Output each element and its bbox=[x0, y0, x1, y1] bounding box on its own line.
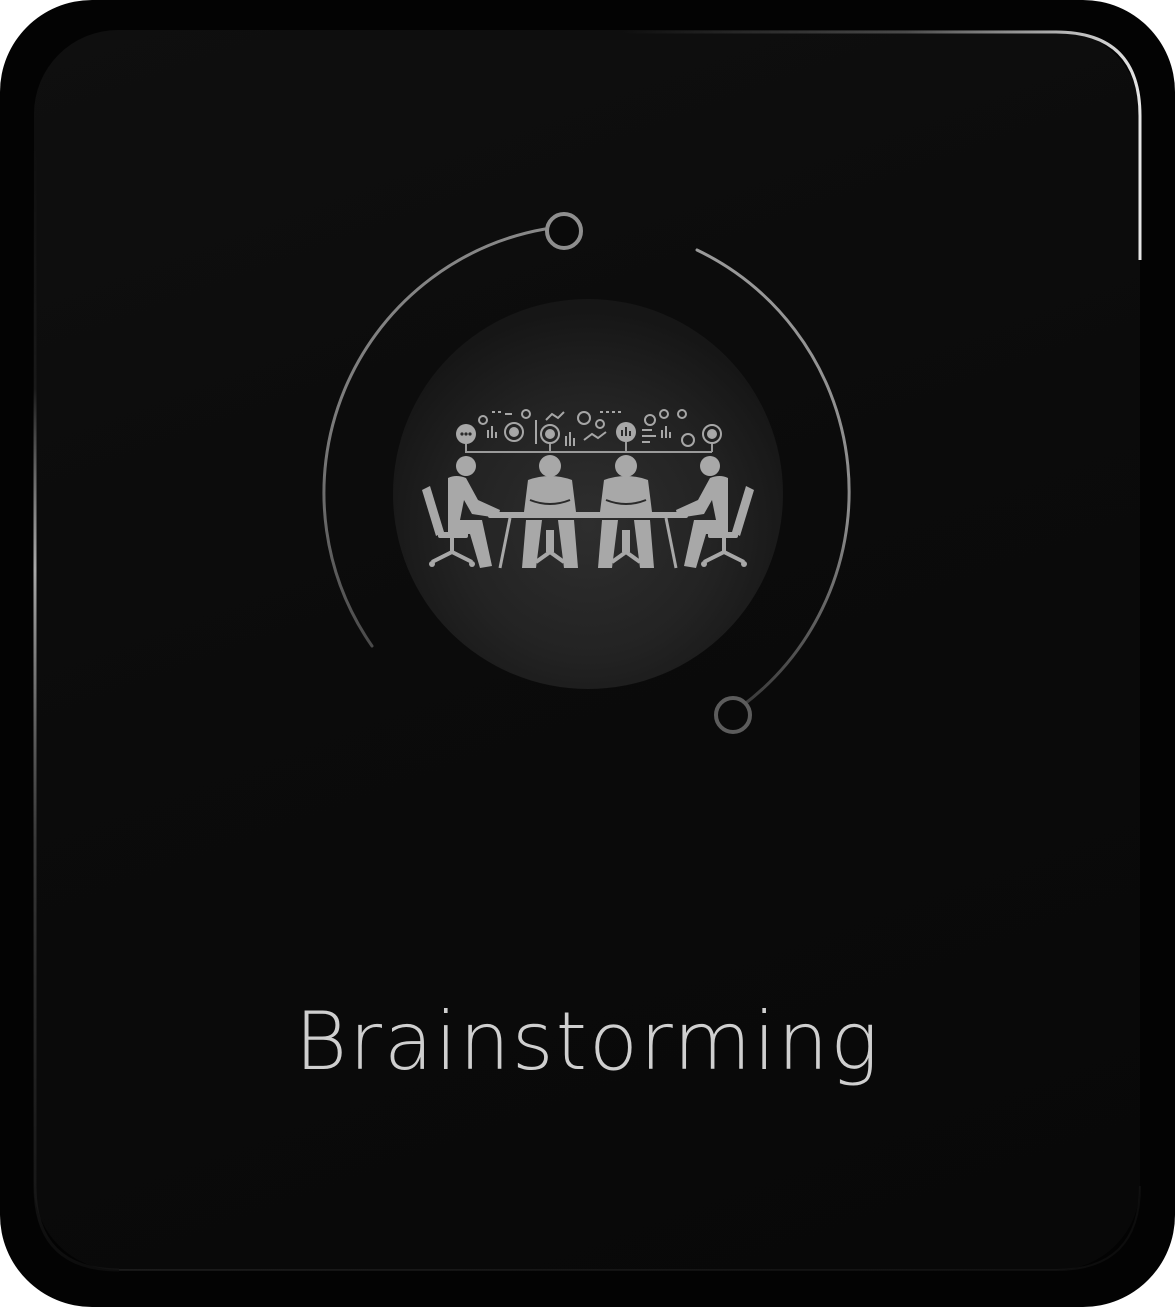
brainstorm-emblem bbox=[322, 212, 851, 734]
card-title: Brainstorming bbox=[294, 995, 881, 1088]
orbit-node-top bbox=[545, 212, 583, 250]
orbit-node-bottom bbox=[714, 696, 752, 734]
brainstorming-card[interactable]: Brainstorming bbox=[0, 0, 1175, 1307]
